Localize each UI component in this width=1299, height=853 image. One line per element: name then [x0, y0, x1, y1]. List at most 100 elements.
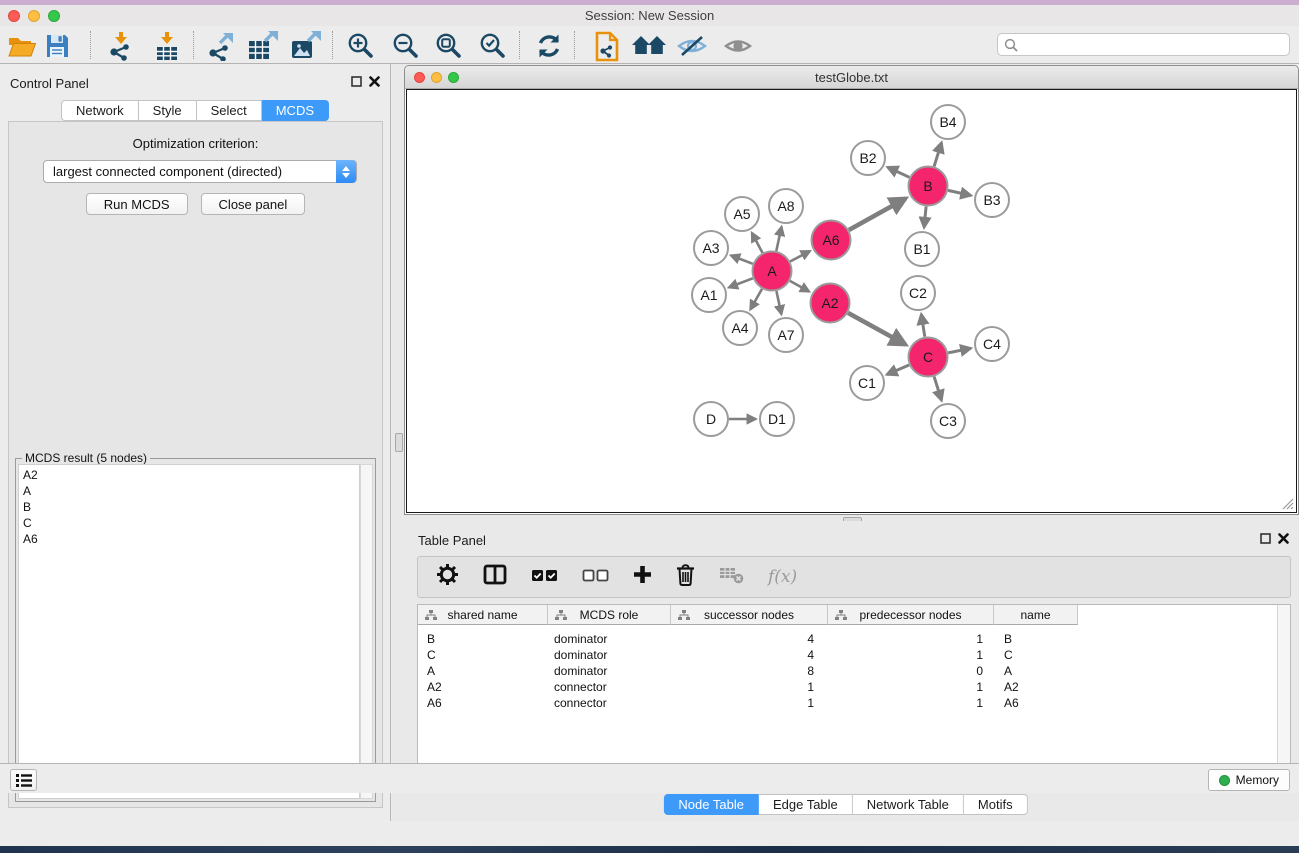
edge-B-B4[interactable]: [934, 143, 941, 167]
mcds-result-item[interactable]: A6: [23, 531, 359, 547]
graph-node-A4[interactable]: A4: [723, 311, 757, 345]
graph-node-D[interactable]: D: [694, 402, 728, 436]
refresh-icon[interactable]: [536, 29, 562, 63]
memory-button[interactable]: Memory: [1208, 769, 1290, 791]
edge-B-B2[interactable]: [888, 167, 910, 177]
column-header-name[interactable]: name: [994, 605, 1078, 625]
edge-A-A4[interactable]: [750, 289, 762, 310]
zoom-out-icon[interactable]: [392, 29, 420, 63]
graph-node-C3[interactable]: C3: [931, 404, 965, 438]
network-canvas[interactable]: B4 B2 B B3 A8 A5 A6 A3 B1 A C2 A1 A2 A4 A7 C4 C C1 D D1 C3: [406, 89, 1297, 513]
graph-node-A1[interactable]: A1: [692, 278, 726, 312]
table-tab-node-table[interactable]: Node Table: [663, 794, 759, 815]
search-field[interactable]: [997, 33, 1290, 56]
unselect-all-icon[interactable]: [582, 568, 609, 587]
edge-C-C4[interactable]: [948, 348, 971, 353]
graph-node-A2[interactable]: A2: [811, 284, 850, 323]
graph-node-B2[interactable]: B2: [851, 141, 885, 175]
open-session-icon[interactable]: [594, 29, 620, 63]
mcds-result-item[interactable]: C: [23, 515, 359, 531]
zoom-fit-icon[interactable]: [435, 29, 463, 63]
edge-A2-C[interactable]: [848, 313, 906, 345]
edge-A-A7[interactable]: [776, 291, 781, 314]
edge-A-A5[interactable]: [752, 233, 763, 253]
close-panel-button[interactable]: Close panel: [201, 193, 306, 215]
graph-node-B3[interactable]: B3: [975, 183, 1009, 217]
edge-A6-B[interactable]: [849, 199, 906, 231]
tab-select[interactable]: Select: [197, 100, 262, 121]
graph-node-B1[interactable]: B1: [905, 232, 939, 266]
show-graphics-details-icon[interactable]: [724, 29, 752, 63]
graph-node-D1[interactable]: D1: [760, 402, 794, 436]
tab-network[interactable]: Network: [61, 100, 139, 121]
edge-A-A3[interactable]: [731, 256, 753, 264]
table-row[interactable]: Adominator80A: [418, 663, 1078, 679]
mcds-result-scrollbar[interactable]: [360, 464, 373, 799]
edge-B-B3[interactable]: [948, 190, 971, 195]
graph-node-A8[interactable]: A8: [769, 189, 803, 223]
export-table-icon[interactable]: [247, 29, 279, 63]
graph-node-B4[interactable]: B4: [931, 105, 965, 139]
edge-C-C3[interactable]: [934, 377, 941, 401]
add-column-icon[interactable]: [633, 565, 652, 589]
graph-node-A5[interactable]: A5: [725, 197, 759, 231]
tab-style[interactable]: Style: [139, 100, 197, 121]
graph-node-B[interactable]: B: [909, 167, 948, 206]
table-tab-motifs[interactable]: Motifs: [964, 794, 1028, 815]
graph-node-A6[interactable]: A6: [812, 221, 851, 260]
table-row[interactable]: A6connector11A6: [418, 695, 1078, 711]
float-panel-icon[interactable]: [1260, 533, 1271, 544]
zoom-in-icon[interactable]: [347, 29, 375, 63]
hide-graphics-details-icon[interactable]: [676, 29, 708, 63]
mcds-result-item[interactable]: A: [23, 483, 359, 499]
table-tab-edge-table[interactable]: Edge Table: [759, 794, 853, 815]
criterion-dropdown[interactable]: largest connected component (directed): [43, 160, 357, 183]
column-header-predecessor-nodes[interactable]: predecessor nodes: [828, 605, 994, 625]
column-header-shared-name[interactable]: shared name: [418, 605, 548, 625]
column-header-MCDS-role[interactable]: MCDS role: [548, 605, 671, 625]
edge-A-A6[interactable]: [790, 251, 810, 261]
edge-C-C2[interactable]: [921, 314, 925, 336]
edge-A-A1[interactable]: [729, 278, 753, 287]
import-network-icon[interactable]: [105, 29, 135, 63]
table-settings-icon[interactable]: [436, 563, 459, 591]
edge-A-A8[interactable]: [776, 227, 781, 251]
close-panel-icon[interactable]: [1278, 533, 1289, 544]
mcds-result-item[interactable]: B: [23, 499, 359, 515]
open-file-icon[interactable]: [7, 29, 37, 63]
run-mcds-button[interactable]: Run MCDS: [86, 193, 188, 215]
edge-B-B1[interactable]: [924, 206, 926, 227]
graph-node-A3[interactable]: A3: [694, 231, 728, 265]
delete-entries-icon[interactable]: [676, 564, 695, 591]
zoom-selected-icon[interactable]: [479, 29, 507, 63]
column-header-successor-nodes[interactable]: successor nodes: [671, 605, 828, 625]
select-all-icon[interactable]: [531, 568, 558, 587]
graph-node-C[interactable]: C: [909, 338, 948, 377]
graph-node-C1[interactable]: C1: [850, 366, 884, 400]
graph-node-A[interactable]: A: [753, 252, 792, 291]
home-icon[interactable]: [631, 29, 667, 63]
export-network-icon[interactable]: [205, 29, 235, 63]
edge-A-A2[interactable]: [790, 281, 809, 292]
table-scrollbar[interactable]: [1277, 605, 1290, 789]
graph-node-A7[interactable]: A7: [769, 318, 803, 352]
table-row[interactable]: A2connector11A2: [418, 679, 1078, 695]
graph-node-C2[interactable]: C2: [901, 276, 935, 310]
mcds-result-item[interactable]: A2: [23, 467, 359, 483]
show-columns-icon[interactable]: [483, 564, 507, 590]
table-tab-network-table[interactable]: Network Table: [853, 794, 964, 815]
graph-node-C4[interactable]: C4: [975, 327, 1009, 361]
close-panel-icon[interactable]: [369, 76, 380, 87]
save-session-icon[interactable]: [45, 29, 69, 63]
mcds-result-list[interactable]: A2ABCA6: [18, 464, 360, 799]
tab-mcds[interactable]: MCDS: [262, 100, 329, 121]
import-table-icon[interactable]: [152, 29, 182, 63]
table-row[interactable]: Cdominator41C: [418, 647, 1078, 663]
edge-C-C1[interactable]: [887, 365, 909, 375]
resize-grip-icon[interactable]: [1280, 496, 1294, 510]
float-panel-icon[interactable]: [351, 76, 362, 87]
vertical-splitter-handle[interactable]: [395, 433, 403, 452]
export-image-icon[interactable]: [290, 29, 322, 63]
table-row[interactable]: Bdominator41B: [418, 631, 1078, 647]
task-history-button[interactable]: [10, 769, 37, 791]
